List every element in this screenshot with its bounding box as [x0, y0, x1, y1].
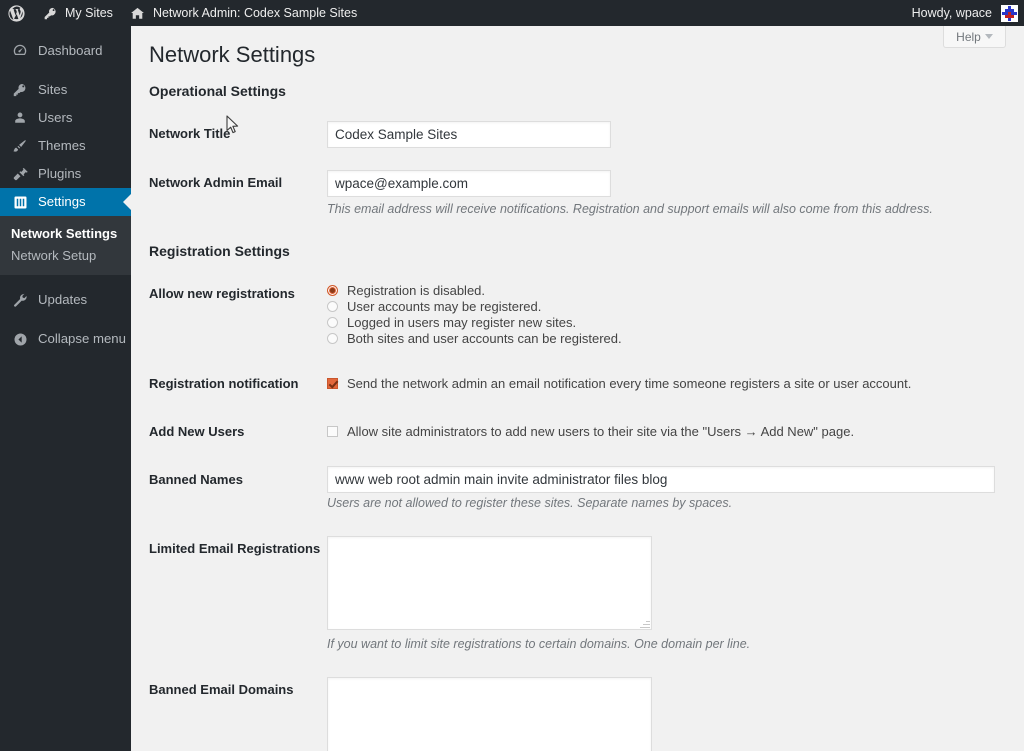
sidebar-item-users-label: Users [38, 110, 73, 126]
sidebar-item-sites[interactable]: Sites [0, 76, 131, 104]
banned-email-domains-textarea[interactable] [327, 677, 652, 751]
help-button-label: Help [956, 29, 981, 44]
main-content: Help Network Settings Operational Settin… [131, 26, 1024, 751]
field-add-new-users: Allow site administrators to add new use… [327, 424, 854, 440]
label-limited-email-registrations: Limited Email Registrations [149, 541, 321, 556]
wordpress-logo-menu[interactable] [0, 0, 33, 26]
sidebar-item-dashboard[interactable]: Dashboard [0, 37, 131, 65]
checkbox-icon[interactable] [327, 426, 338, 437]
checkbox-icon[interactable] [327, 378, 338, 389]
radio-icon[interactable] [327, 301, 338, 312]
sidebar-item-collapse-menu[interactable]: Collapse menu [0, 325, 131, 353]
radio-option-label: Logged in users may register new sites. [347, 315, 577, 330]
field-limited-email-registrations [327, 536, 652, 630]
label-network-title: Network Title [149, 126, 231, 141]
field-banned-email-domains [327, 677, 652, 751]
section-title-operational: Operational Settings [149, 83, 286, 99]
checkbox-option-label: Send the network admin an email notifica… [347, 376, 912, 391]
admin-bar-my-sites-label: My Sites [65, 6, 113, 20]
field-allow-new-registrations: Registration is disabled. User accounts … [327, 283, 622, 347]
admin-bar-network-admin-label: Network Admin: Codex Sample Sites [152, 6, 358, 20]
field-banned-names [327, 466, 995, 493]
label-registration-notification: Registration notification [149, 376, 299, 391]
radio-option-both-sites-and-users[interactable]: Both sites and user accounts can be regi… [327, 331, 622, 347]
desc-network-admin-email: This email address will receive notifica… [327, 202, 933, 216]
label-add-new-users: Add New Users [149, 424, 245, 439]
radio-icon[interactable] [327, 285, 338, 296]
help-button[interactable]: Help [943, 26, 1006, 48]
sidebar-item-plugins[interactable]: Plugins [0, 160, 131, 188]
avatar[interactable] [1001, 4, 1018, 22]
desc-banned-names: Users are not allowed to register these … [327, 496, 733, 510]
section-title-registration: Registration Settings [149, 243, 290, 259]
wrench-icon [11, 291, 29, 309]
sidebar-item-plugins-label: Plugins [38, 166, 82, 182]
sidebar-item-themes[interactable]: Themes [0, 132, 131, 160]
radio-option-logged-in-users[interactable]: Logged in users may register new sites. [327, 315, 622, 331]
radio-option-label: User accounts may be registered. [347, 299, 542, 314]
key-icon [41, 4, 59, 22]
sidebar-item-themes-label: Themes [38, 138, 86, 154]
user-avatar [1002, 5, 1017, 21]
radio-option-label: Registration is disabled. [347, 283, 486, 298]
network-admin-email-input[interactable] [327, 170, 611, 197]
radio-option-label: Both sites and user accounts can be regi… [347, 331, 622, 346]
sidebar-item-updates-label: Updates [38, 292, 88, 308]
sidebar-item-sites-label: Sites [38, 82, 68, 98]
sidebar-item-network-settings[interactable]: Network Settings [0, 223, 131, 245]
admin-sidebar: Dashboard Sites Users Themes Plugins Set… [0, 26, 131, 751]
settings-sliders-icon [11, 193, 29, 211]
plug-icon [11, 165, 29, 183]
desc-limited-email-registrations: If you want to limit site registrations … [327, 637, 751, 651]
sidebar-item-collapse-menu-label: Collapse menu [38, 331, 126, 347]
active-menu-arrow-icon [123, 194, 131, 210]
radio-icon[interactable] [327, 333, 338, 344]
field-network-admin-email [327, 170, 611, 197]
banned-names-input[interactable] [327, 466, 995, 493]
wordpress-logo-icon [7, 4, 25, 22]
label-banned-email-domains: Banned Email Domains [149, 682, 294, 697]
checkbox-option-label: Allow site administrators to add new use… [347, 424, 855, 439]
sidebar-item-updates[interactable]: Updates [0, 286, 131, 314]
field-network-title [327, 121, 611, 148]
home-icon [129, 4, 147, 22]
limited-email-registrations-textarea[interactable] [327, 536, 652, 630]
admin-bar: My Sites Network Admin: Codex Sample Sit… [0, 0, 1024, 26]
sidebar-item-settings[interactable]: Settings [0, 188, 131, 216]
label-network-admin-email: Network Admin Email [149, 175, 283, 190]
brush-icon [11, 137, 29, 155]
label-allow-new-registrations: Allow new registrations [149, 286, 295, 301]
sidebar-item-users[interactable]: Users [0, 104, 131, 132]
key-icon [11, 81, 29, 99]
sidebar-item-network-setup[interactable]: Network Setup [0, 245, 131, 267]
network-title-input[interactable] [327, 121, 611, 148]
checkbox-option-registration-notification[interactable]: Send the network admin an email notifica… [327, 376, 911, 392]
radio-option-user-accounts[interactable]: User accounts may be registered. [327, 299, 622, 315]
users-icon [11, 109, 29, 127]
sidebar-item-settings-label: Settings [38, 194, 86, 210]
sidebar-item-dashboard-label: Dashboard [38, 43, 103, 59]
field-registration-notification: Send the network admin an email notifica… [327, 376, 911, 392]
admin-bar-account[interactable]: Howdy, wpace [905, 0, 994, 26]
page-title: Network Settings [149, 42, 316, 67]
checkbox-option-add-new-users[interactable]: Allow site administrators to add new use… [327, 424, 854, 440]
collapse-arrow-icon [11, 330, 29, 348]
chevron-down-icon [984, 34, 993, 39]
dashboard-icon [11, 42, 29, 60]
admin-bar-howdy-label: Howdy, wpace [911, 6, 992, 20]
admin-bar-my-sites[interactable]: My Sites [33, 0, 121, 26]
settings-submenu: Network Settings Network Setup [0, 216, 131, 275]
admin-bar-network-admin[interactable]: Network Admin: Codex Sample Sites [121, 0, 365, 26]
label-banned-names: Banned Names [149, 472, 243, 487]
radio-option-registration-disabled[interactable]: Registration is disabled. [327, 283, 622, 299]
radio-icon[interactable] [327, 317, 338, 328]
